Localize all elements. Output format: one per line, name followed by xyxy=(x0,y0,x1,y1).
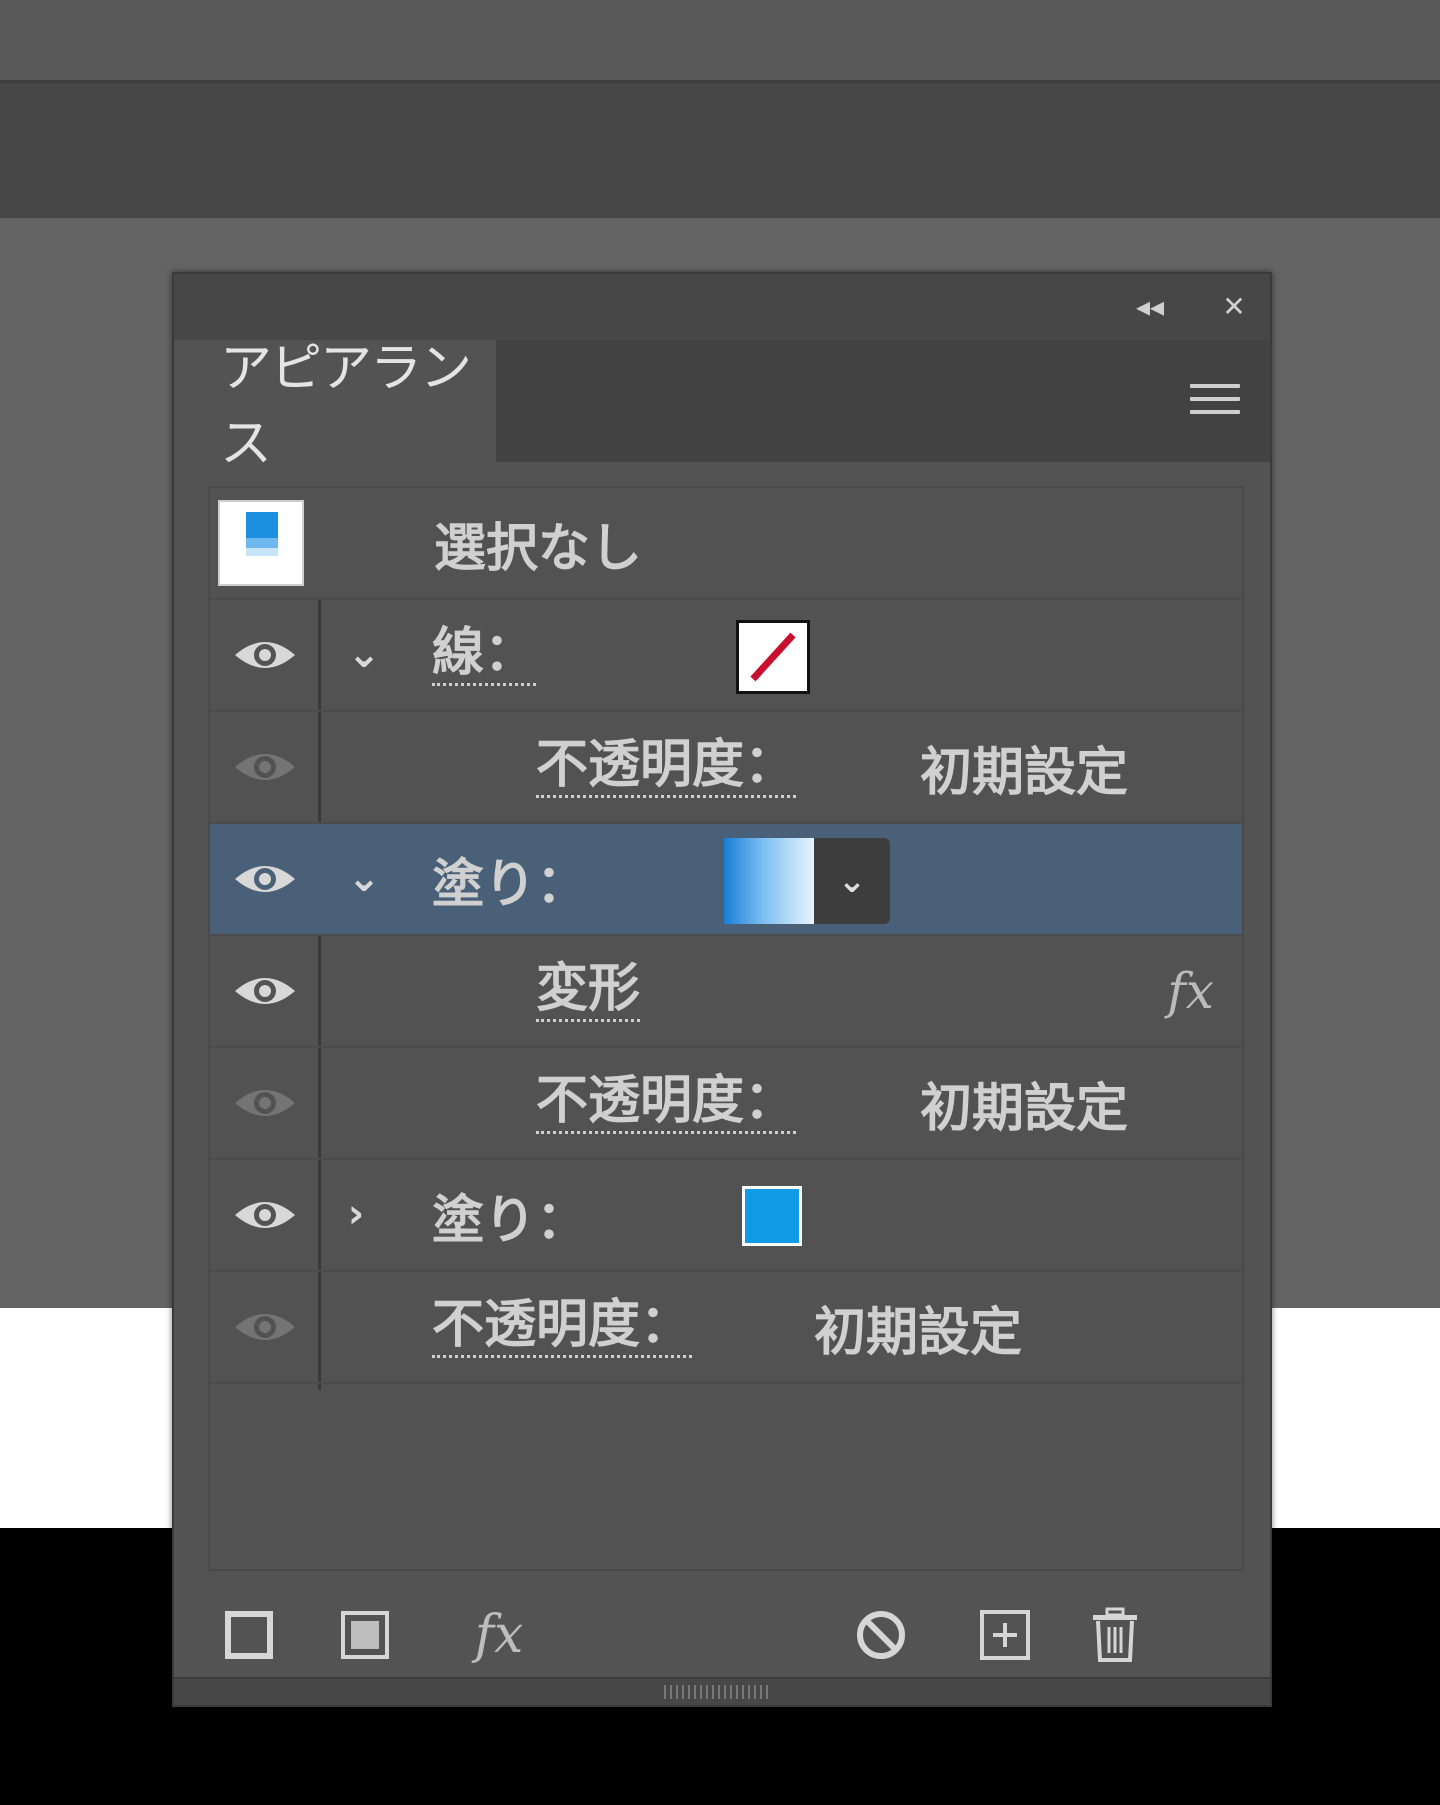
fill-swatch-gradient[interactable] xyxy=(724,838,814,924)
eye-icon xyxy=(235,642,295,668)
close-panel-button[interactable]: ✕ xyxy=(1214,288,1254,324)
control-bar xyxy=(0,80,1440,218)
eye-icon xyxy=(235,1090,295,1116)
opacity-value: 初期設定 xyxy=(814,1302,1023,1363)
add-new-effect-fx-icon[interactable]: fx xyxy=(464,1602,534,1668)
fill-row-blue[interactable]: › 塗り： xyxy=(210,1160,1242,1272)
eye-icon xyxy=(235,866,295,892)
collapse-panel-button[interactable]: ◂◂ xyxy=(1130,288,1170,324)
eye-icon xyxy=(235,978,295,1004)
fill-label[interactable]: 塗り： xyxy=(432,824,588,934)
stroke-opacity-visibility-toggle[interactable] xyxy=(210,712,320,822)
opacity-value: 初期設定 xyxy=(920,1078,1129,1139)
transform-visibility-toggle[interactable] xyxy=(210,936,320,1046)
fill-visibility-toggle[interactable] xyxy=(210,824,320,934)
fill-label[interactable]: 塗り： xyxy=(432,1160,588,1270)
stroke-opacity-row[interactable]: 不透明度： 初期設定 xyxy=(210,712,1242,824)
target-label: 選択なし xyxy=(434,518,643,579)
object-opacity-visibility-toggle[interactable] xyxy=(210,1272,320,1382)
chevron-down-icon[interactable]: ⌄ xyxy=(342,622,386,686)
add-new-fill-icon[interactable] xyxy=(330,1602,400,1668)
fill-opacity-row[interactable]: 不透明度： 初期設定 xyxy=(210,1048,1242,1160)
panel-menu-icon[interactable] xyxy=(1190,384,1240,424)
eye-icon xyxy=(235,1314,295,1340)
appearance-panel: ◂◂ ✕ アピアランス 選択なし ⌄ 線： 不透明度： 初期設定 ⌄ 塗り： ⌄… xyxy=(172,272,1272,1707)
opacity-label[interactable]: 不透明度： xyxy=(536,712,797,822)
add-new-stroke-icon[interactable] xyxy=(214,1602,284,1668)
eye-icon xyxy=(235,754,295,780)
fill-row-gradient[interactable]: ⌄ 塗り： ⌄ xyxy=(210,824,1242,936)
transform-effect-label[interactable]: 変形 xyxy=(536,936,641,1046)
fill-blue-visibility-toggle[interactable] xyxy=(210,1160,320,1270)
opacity-label[interactable]: 不透明度： xyxy=(432,1272,693,1382)
object-opacity-row[interactable]: 不透明度： 初期設定 xyxy=(210,1272,1242,1384)
clear-appearance-icon[interactable] xyxy=(846,1602,916,1668)
delete-item-trash-icon[interactable] xyxy=(1080,1602,1150,1668)
swatch-dropdown-chevron-icon[interactable]: ⌄ xyxy=(814,838,890,924)
opacity-label[interactable]: 不透明度： xyxy=(536,1048,797,1158)
panel-tab-strip: アピアランス xyxy=(174,339,1270,474)
stroke-visibility-toggle[interactable] xyxy=(210,600,320,710)
fill-swatch-blue[interactable] xyxy=(742,1186,802,1246)
stroke-row[interactable]: ⌄ 線： xyxy=(210,600,1242,712)
appearance-target-row: 選択なし xyxy=(210,488,1242,600)
panel-resize-grip[interactable] xyxy=(174,1677,1270,1705)
appearance-list: 選択なし ⌄ 線： 不透明度： 初期設定 ⌄ 塗り： ⌄ 変形 fx 不透明度：… xyxy=(208,486,1244,1571)
chevron-down-icon[interactable]: ⌄ xyxy=(342,846,386,910)
stroke-swatch-none[interactable] xyxy=(736,620,810,694)
app-top-bar xyxy=(0,0,1440,80)
transform-effect-row[interactable]: 変形 fx xyxy=(210,936,1242,1048)
chevron-right-icon[interactable]: › xyxy=(334,1182,378,1246)
tab-appearance[interactable]: アピアランス xyxy=(174,339,496,474)
duplicate-item-icon[interactable] xyxy=(970,1602,1040,1668)
stroke-label[interactable]: 線： xyxy=(432,600,537,710)
object-thumbnail xyxy=(218,500,304,586)
fx-icon[interactable]: fx xyxy=(1167,936,1214,1046)
fill-opacity-visibility-toggle[interactable] xyxy=(210,1048,320,1158)
eye-icon xyxy=(235,1202,295,1228)
opacity-value: 初期設定 xyxy=(920,742,1129,803)
panel-bottom-toolbar: fx xyxy=(174,1574,1270,1694)
